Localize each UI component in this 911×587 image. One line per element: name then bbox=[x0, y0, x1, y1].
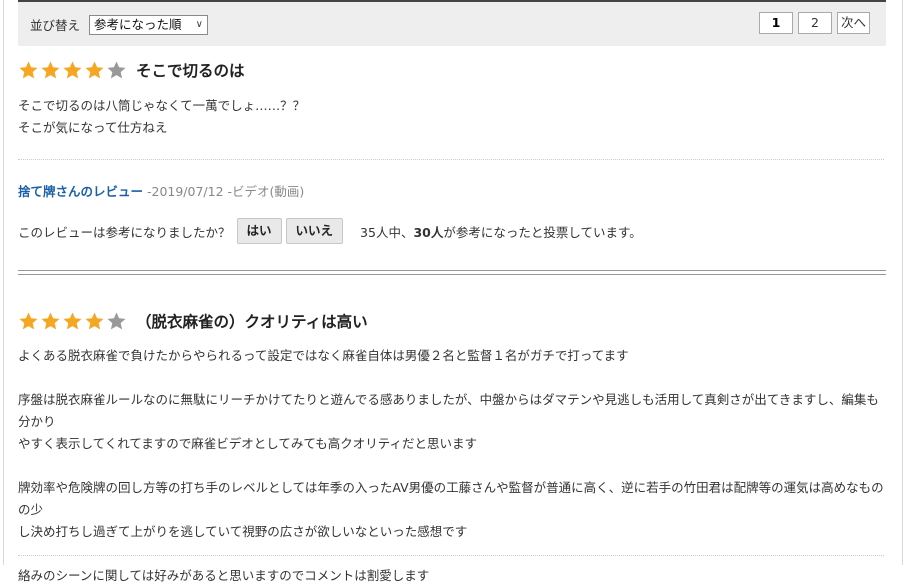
sort-select[interactable]: 参考になった順 ∨ bbox=[89, 15, 208, 35]
star-rating bbox=[18, 311, 127, 332]
star-filled-icon bbox=[63, 61, 82, 78]
review-body: そこで切るのは八筒じゃなくて一萬でしょ……？？ そこが気になって仕方ねえ bbox=[18, 95, 305, 139]
star-filled-icon bbox=[41, 312, 60, 329]
review-body-line: し決め打ちし過ぎて上がりを逃していて視野の広さが欲しいなといった感想です bbox=[18, 524, 468, 539]
pagination: 1 2 次へ bbox=[759, 12, 870, 34]
next-page-button[interactable]: 次へ bbox=[837, 12, 870, 34]
page-2-link[interactable]: 2 bbox=[798, 12, 832, 34]
star-filled-icon bbox=[19, 61, 38, 78]
dotted-separator bbox=[18, 555, 884, 556]
review-divider bbox=[18, 270, 886, 275]
helpful-count: 35人中、30人が参考になったと投票しています。 bbox=[360, 224, 642, 240]
helpful-vote: このレビューは参考になりましたか？ はい いいえ 35人中、30人が参考になった… bbox=[18, 218, 642, 244]
star-rating bbox=[18, 60, 127, 81]
review-body-line: 序盤は脱衣麻雀ルールなのに無駄にリーチかけてたりと遊んでる感ありましたが、中盤か… bbox=[18, 392, 879, 429]
star-filled-icon bbox=[85, 312, 104, 329]
review-title-row: （脱衣麻雀の）クオリティは高い bbox=[18, 309, 886, 333]
sort-bar: 並び替え 参考になった順 ∨ 1 2 次へ bbox=[18, 0, 886, 48]
review-body-line: 牌効率や危険牌の回し方等の打ち手のレベルとしては年季の入ったAV男優の工藤さんや… bbox=[18, 480, 884, 517]
review-body-line: やすく表示してくれてますので麻雀ビデオとしてみても高クオリティだと思います bbox=[18, 436, 478, 451]
helpful-no-button[interactable]: いいえ bbox=[285, 218, 344, 244]
star-empty-icon bbox=[107, 312, 126, 329]
helpful-yes-button[interactable]: はい bbox=[236, 218, 282, 244]
page-current: 1 bbox=[759, 12, 793, 34]
review-body: よくある脱衣麻雀で負けたからやられるって設定ではなく麻雀自体は男優２名と監督１名… bbox=[18, 345, 886, 587]
star-filled-icon bbox=[85, 61, 104, 78]
tab-notch bbox=[261, 46, 886, 48]
review-title: （脱衣麻雀の）クオリティは高い bbox=[136, 313, 368, 331]
review-title-row: そこで切るのは bbox=[18, 58, 886, 82]
star-filled-icon bbox=[63, 312, 82, 329]
review-date-category: -2019/07/12 -ビデオ(動画) bbox=[143, 184, 305, 199]
helpful-question: このレビューは参考になりましたか？ bbox=[18, 224, 231, 240]
star-filled-icon bbox=[19, 312, 38, 329]
star-empty-icon bbox=[107, 61, 126, 78]
review-meta: 捨て牌さんのレビュー -2019/07/12 -ビデオ(動画) bbox=[18, 181, 304, 200]
star-filled-icon bbox=[41, 61, 60, 78]
review-body-line: よくある脱衣麻雀で負けたからやられるって設定ではなく麻雀自体は男優２名と監督１名… bbox=[18, 348, 629, 363]
sort-label: 並び替え bbox=[30, 18, 81, 33]
dotted-separator bbox=[18, 159, 884, 160]
review-body-line: そこが気になって仕方ねえ bbox=[18, 120, 168, 135]
review-title: そこで切るのは bbox=[136, 62, 245, 80]
review-1: そこで切るのは そこで切るのは八筒じゃなくて一萬でしょ……？？ そこが気になって… bbox=[18, 58, 886, 258]
sort-selected-value: 参考になった順 bbox=[94, 17, 182, 32]
review-2: （脱衣麻雀の）クオリティは高い よくある脱衣麻雀で負けたからやられるって設定では… bbox=[18, 309, 886, 583]
review-body-line: 絡みのシーンに関しては好みがあると思いますのでコメントは割愛します bbox=[18, 568, 430, 583]
chevron-down-icon: ∨ bbox=[195, 19, 203, 30]
review-body-line: そこで切るのは八筒じゃなくて一萬でしょ……？？ bbox=[18, 98, 306, 113]
reviewer-link[interactable]: 捨て牌さんのレビュー bbox=[18, 184, 143, 199]
